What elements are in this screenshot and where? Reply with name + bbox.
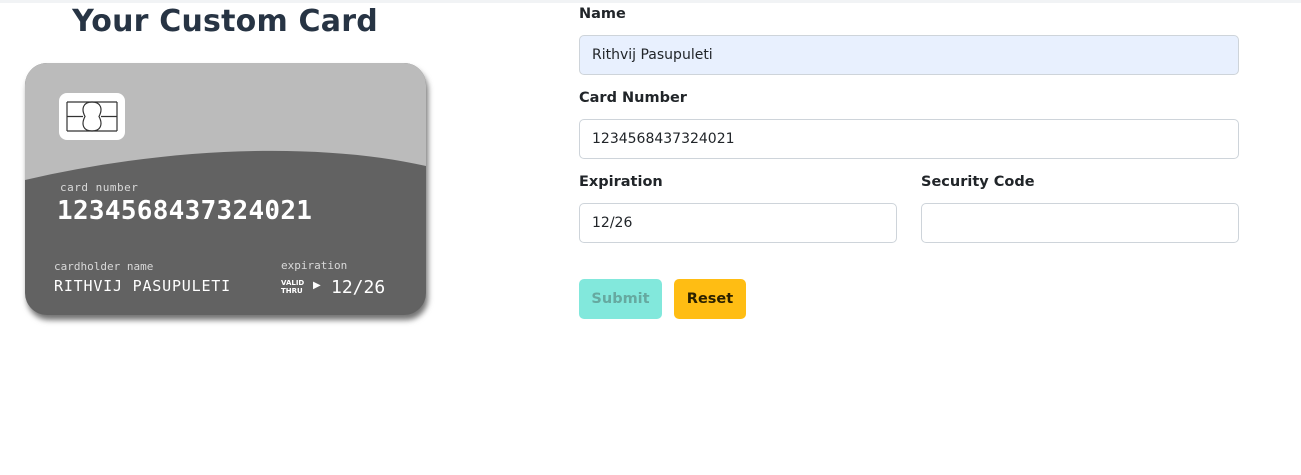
- expiration-label: Expiration: [579, 174, 663, 190]
- card-number-label: Card Number: [579, 90, 687, 106]
- valid-thru-label: VALID THRU: [281, 279, 304, 295]
- expiration-display: 12/26: [331, 277, 386, 298]
- card-number-input[interactable]: [579, 119, 1239, 159]
- valid-thru-line2: THRU: [281, 287, 303, 295]
- card-preview-title: Your Custom Card: [72, 4, 378, 39]
- chip-icon: [59, 93, 125, 140]
- expiration-input[interactable]: [579, 203, 897, 243]
- cardholder-name-display: RITHVIJ PASUPULETI: [54, 277, 231, 295]
- credit-card-preview: card number 1234568437324021 cardholder …: [25, 63, 426, 315]
- security-code-label: Security Code: [921, 174, 1035, 190]
- name-label: Name: [579, 6, 626, 22]
- submit-button[interactable]: Submit: [579, 279, 662, 319]
- name-input[interactable]: [579, 35, 1239, 75]
- valid-thru-arrow-icon: ▶: [313, 280, 321, 291]
- top-divider: [0, 0, 1301, 3]
- security-code-input[interactable]: [921, 203, 1239, 243]
- card-number-display: 1234568437324021: [57, 196, 313, 226]
- reset-button[interactable]: Reset: [674, 279, 746, 319]
- expiration-caption: expiration: [281, 259, 348, 272]
- cardholder-caption: cardholder name: [54, 260, 154, 273]
- card-number-caption: card number: [60, 181, 139, 194]
- valid-thru-line1: VALID: [281, 279, 305, 287]
